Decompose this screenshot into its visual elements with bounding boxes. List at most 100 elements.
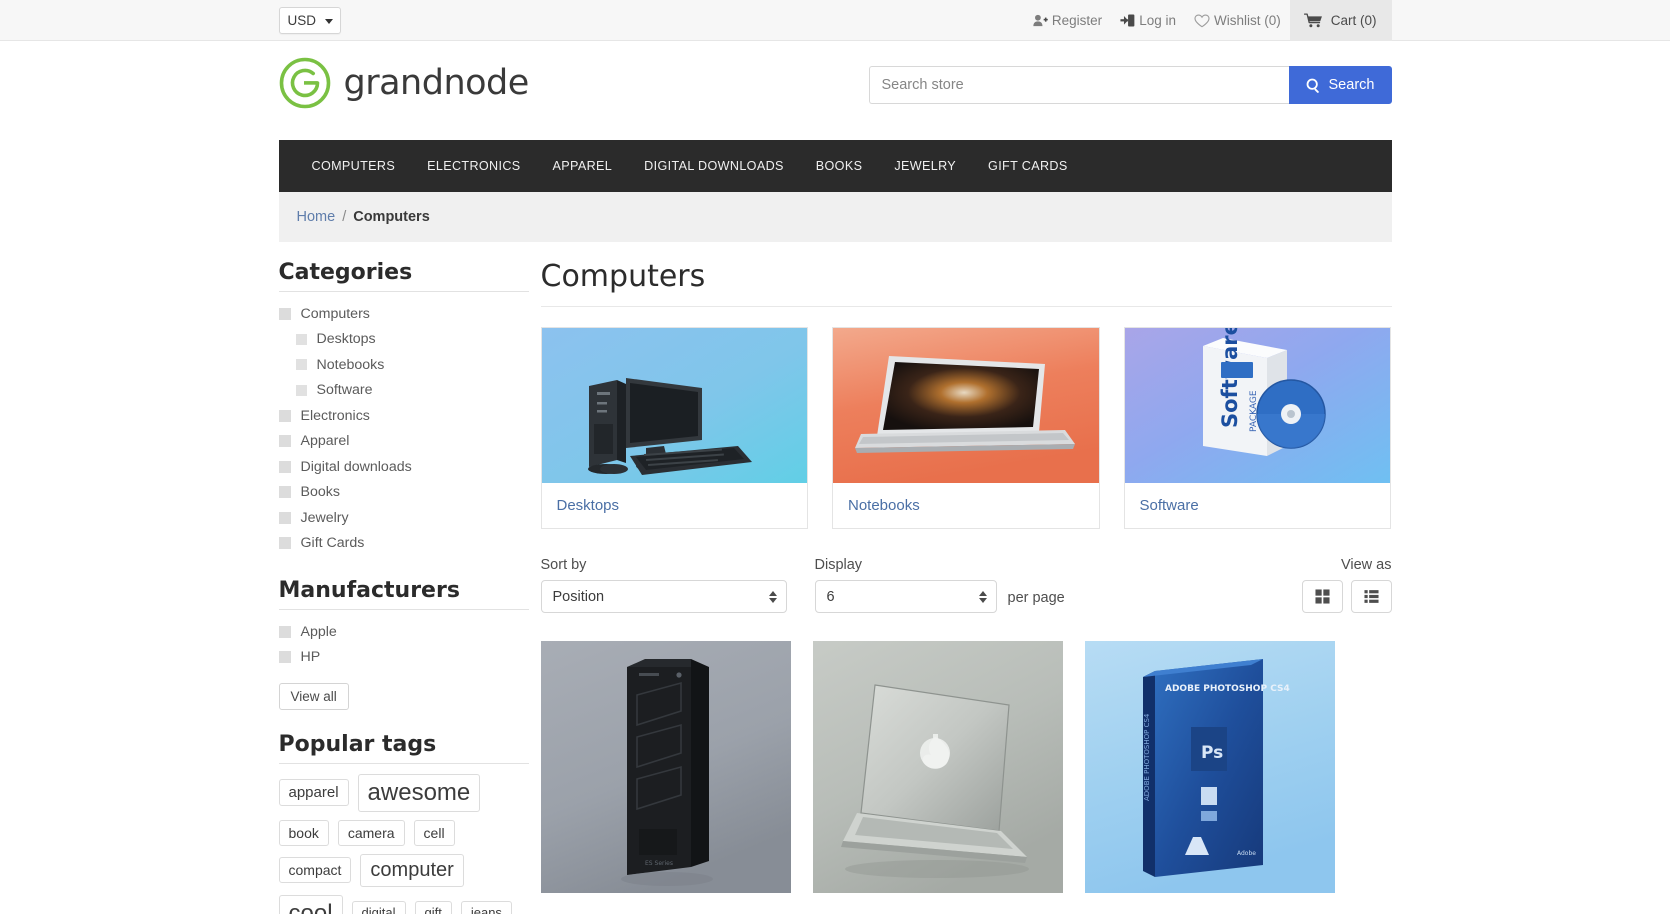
subcategory-card-desktops[interactable]: Desktops bbox=[540, 327, 808, 529]
heart-icon bbox=[1194, 13, 1210, 27]
desktop-computer-photo bbox=[541, 328, 807, 483]
grid-view-button[interactable] bbox=[1301, 580, 1343, 613]
product-card[interactable]: ES Series bbox=[540, 641, 791, 893]
login-link[interactable]: Log in bbox=[1111, 0, 1185, 41]
wishlist-label: Wishlist (0) bbox=[1213, 13, 1281, 28]
stepper-arrows-icon bbox=[978, 590, 987, 603]
sort-by-select[interactable]: Position bbox=[540, 580, 787, 613]
svg-text:Adobe: Adobe bbox=[1237, 850, 1256, 857]
view-as-label: View as bbox=[1340, 557, 1392, 573]
manufacturer-list: Apple HP bbox=[278, 610, 529, 671]
nav-item-apparel[interactable]: APPAREL bbox=[537, 140, 629, 192]
subcategory-card-notebooks[interactable]: Notebooks bbox=[832, 327, 1100, 529]
bullet-square-icon bbox=[278, 537, 291, 550]
search-button-label: Search bbox=[1328, 77, 1375, 93]
sort-by-group: Sort by Position bbox=[540, 557, 787, 613]
currency-selector[interactable]: USD bbox=[278, 7, 341, 34]
wishlist-link[interactable]: Wishlist (0) bbox=[1185, 0, 1290, 41]
category-item-jewelry[interactable]: Jewelry bbox=[278, 505, 529, 531]
sign-in-icon bbox=[1120, 14, 1135, 27]
sidebar: Categories Computers Desktops Notebooks Sof… bbox=[278, 242, 529, 914]
manufacturers-block-title: Manufacturers bbox=[278, 556, 529, 610]
category-item-books[interactable]: Books bbox=[278, 480, 529, 506]
bullet-square-icon bbox=[295, 384, 307, 396]
product-card[interactable]: ADOBE PHOTOSHOP CS4 ADOBE PHOTOSHOP CS4 … bbox=[1084, 641, 1335, 893]
tag-apparel[interactable]: apparel bbox=[278, 779, 349, 807]
sort-by-label: Sort by bbox=[540, 557, 587, 573]
category-list: Computers Desktops Notebooks Software Electr… bbox=[278, 292, 529, 557]
tag-digital[interactable]: digital bbox=[351, 901, 406, 914]
category-item-computers[interactable]: Computers bbox=[278, 301, 529, 327]
nav-item-electronics[interactable]: ELECTRONICS bbox=[411, 140, 536, 192]
tag-awesome[interactable]: awesome bbox=[357, 774, 481, 812]
bullet-square-icon bbox=[278, 625, 291, 638]
category-label: Jewelry bbox=[300, 509, 349, 526]
bullet-square-icon bbox=[295, 359, 307, 371]
bullet-square-icon bbox=[278, 651, 291, 664]
category-label: Desktops bbox=[316, 331, 376, 348]
product-card[interactable] bbox=[812, 641, 1063, 893]
breadcrumb: Home / Computers bbox=[278, 192, 1392, 242]
product-selectors: Sort by Position Display 6 per page View… bbox=[540, 529, 1392, 613]
breadcrumb-current: Computers bbox=[353, 209, 430, 225]
main-column: Computers Desktops Notebooks PACKAGE Sof… bbox=[540, 242, 1392, 893]
currency-value: USD bbox=[287, 13, 317, 28]
category-item-electronics[interactable]: Electronics bbox=[278, 403, 529, 429]
display-group: Display 6 bbox=[814, 557, 997, 613]
svg-text:ADOBE PHOTOSHOP CS4: ADOBE PHOTOSHOP CS4 bbox=[1165, 684, 1290, 694]
category-item-gift-cards[interactable]: Gift Cards bbox=[278, 531, 529, 557]
grandnode-logo-icon bbox=[279, 57, 330, 109]
category-item-apparel[interactable]: Apparel bbox=[278, 429, 529, 455]
list-view-icon bbox=[1363, 590, 1379, 603]
tag-cell[interactable]: cell bbox=[413, 819, 455, 846]
display-value: 6 bbox=[826, 588, 835, 605]
cart-button[interactable]: Cart (0) bbox=[1289, 0, 1392, 41]
cart-label: Cart (0) bbox=[1330, 13, 1377, 28]
search-icon bbox=[1306, 78, 1319, 93]
manufacturer-label: Apple bbox=[300, 623, 337, 640]
manufacturer-item-apple[interactable]: Apple bbox=[278, 619, 529, 645]
nav-item-computers[interactable]: COMPUTERS bbox=[296, 140, 412, 192]
sort-by-value: Position bbox=[552, 588, 605, 605]
list-view-button[interactable] bbox=[1350, 580, 1392, 613]
nav-item-books[interactable]: BOOKS bbox=[800, 140, 879, 192]
breadcrumb-home-link[interactable]: Home bbox=[297, 209, 336, 225]
header-links: Register Log in Wishlist (0) Cart (0) bbox=[1024, 0, 1392, 41]
nav-item-jewelry[interactable]: JEWELRY bbox=[878, 140, 972, 192]
search-button[interactable]: Search bbox=[1288, 66, 1392, 104]
adobe-photoshop-cs4-box: ADOBE PHOTOSHOP CS4 ADOBE PHOTOSHOP CS4 … bbox=[1084, 641, 1335, 893]
display-select[interactable]: 6 bbox=[814, 580, 997, 613]
tag-book[interactable]: book bbox=[278, 819, 329, 846]
tag-compact[interactable]: compact bbox=[278, 857, 352, 884]
category-label: Books bbox=[300, 484, 340, 501]
subcategory-name[interactable]: Notebooks bbox=[833, 483, 1099, 528]
manufacturer-item-hp[interactable]: HP bbox=[278, 645, 529, 671]
category-item-digital-downloads[interactable]: Digital downloads bbox=[278, 454, 529, 480]
category-item-software[interactable]: Software bbox=[279, 378, 529, 404]
tag-gift[interactable]: gift bbox=[414, 901, 452, 914]
category-label: Computers bbox=[300, 305, 370, 322]
category-label: Apparel bbox=[300, 433, 350, 450]
subcategory-card-software[interactable]: Software PACKAGE Software bbox=[1123, 327, 1391, 529]
search-input[interactable] bbox=[868, 66, 1289, 104]
site-logo[interactable]: grandnode bbox=[279, 57, 529, 109]
register-link[interactable]: Register bbox=[1024, 0, 1111, 41]
tags-block-title: Popular tags bbox=[278, 710, 529, 764]
nav-item-gift-cards[interactable]: GIFT CARDS bbox=[972, 140, 1084, 192]
category-item-desktops[interactable]: Desktops bbox=[279, 327, 529, 353]
subcategory-grid: Desktops Notebooks PACKAGE Software bbox=[540, 307, 1392, 529]
view-all-button[interactable]: View all bbox=[278, 683, 349, 710]
svg-text:Ps: Ps bbox=[1201, 743, 1223, 763]
register-label: Register bbox=[1051, 13, 1103, 28]
tag-cool[interactable]: cool bbox=[278, 894, 343, 914]
software-package-photo: Software PACKAGE bbox=[1124, 328, 1390, 483]
tag-jeans[interactable]: jeans bbox=[460, 901, 512, 914]
page-title: Computers bbox=[540, 242, 1392, 307]
subcategory-name[interactable]: Desktops bbox=[541, 483, 807, 528]
subcategory-name[interactable]: Software bbox=[1124, 483, 1390, 528]
bullet-square-icon bbox=[295, 333, 307, 345]
category-item-notebooks[interactable]: Notebooks bbox=[279, 352, 529, 378]
tag-camera[interactable]: camera bbox=[337, 819, 405, 846]
nav-item-digital-downloads[interactable]: DIGITAL DOWNLOADS bbox=[628, 140, 800, 192]
tag-computer[interactable]: computer bbox=[360, 853, 464, 887]
